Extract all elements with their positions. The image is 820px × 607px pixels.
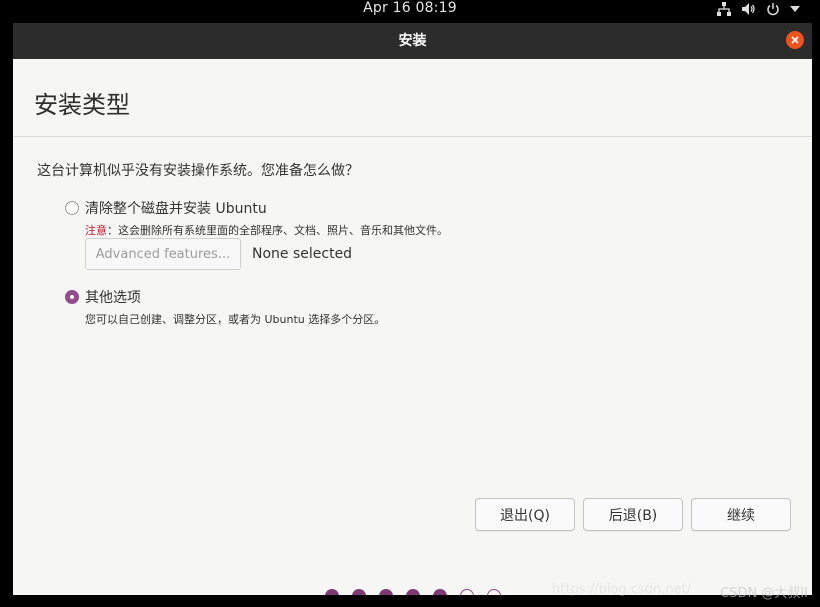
continue-button[interactable]: 继续	[691, 498, 791, 531]
system-tray[interactable]	[717, 0, 800, 18]
network-icon[interactable]	[717, 2, 731, 16]
erase-disk-radio[interactable]	[65, 201, 79, 215]
progress-dot-complete	[406, 589, 420, 595]
progress-dot-complete	[433, 589, 447, 595]
erase-disk-note: 注意：这会删除所有系统里面的全部程序、文档、照片、音乐和其他文件。	[85, 222, 448, 238]
advanced-status: None selected	[252, 246, 353, 262]
title-bar[interactable]: 安装	[13, 23, 812, 59]
volume-icon[interactable]	[741, 2, 756, 16]
menu-arrow-icon[interactable]	[790, 6, 800, 12]
window-title: 安装	[398, 33, 427, 49]
quit-button[interactable]: 退出(Q)	[475, 498, 575, 531]
close-icon	[791, 36, 799, 44]
clock[interactable]: Apr 16 08:19	[0, 0, 820, 16]
progress-dot-complete	[325, 589, 339, 595]
page-header: 安装类型	[13, 59, 812, 137]
option-something-else[interactable]: 其他选项	[65, 287, 141, 307]
note-text: ：这会删除所有系统里面的全部程序、文档、照片、音乐和其他文件。	[107, 224, 448, 237]
advanced-features-button[interactable]: Advanced features...	[85, 238, 241, 270]
note-warning: 注意	[85, 224, 107, 237]
progress-dots	[325, 589, 501, 595]
page-title: 安装类型	[34, 91, 130, 119]
progress-dot-complete	[379, 589, 393, 595]
something-else-label[interactable]: 其他选项	[85, 287, 141, 307]
back-button[interactable]: 后退(B)	[583, 498, 683, 531]
something-else-description: 您可以自己创建、调整分区，或者为 Ubuntu 选择多个分区。	[85, 313, 386, 326]
something-else-radio[interactable]	[65, 290, 79, 304]
progress-dot-pending	[460, 589, 474, 595]
close-button[interactable]	[786, 31, 804, 49]
erase-disk-label[interactable]: 清除整个磁盘并安装 Ubuntu	[85, 198, 267, 218]
watermark-url: https://blog.csdn.net/	[552, 582, 692, 597]
top-bar: Apr 16 08:19	[0, 0, 820, 20]
install-question: 这台计算机似乎没有安装操作系统。您准备怎么做？	[37, 163, 359, 179]
installer-window: 安装 安装类型 这台计算机似乎没有安装操作系统。您准备怎么做？ 清除整个磁盘并安…	[13, 23, 812, 595]
progress-dot-pending	[487, 589, 501, 595]
power-icon[interactable]	[766, 2, 780, 16]
progress-dot-complete	[352, 589, 366, 595]
watermark-author: CSDN @大叔II	[720, 586, 808, 601]
option-erase-disk[interactable]: 清除整个磁盘并安装 Ubuntu	[65, 198, 267, 218]
